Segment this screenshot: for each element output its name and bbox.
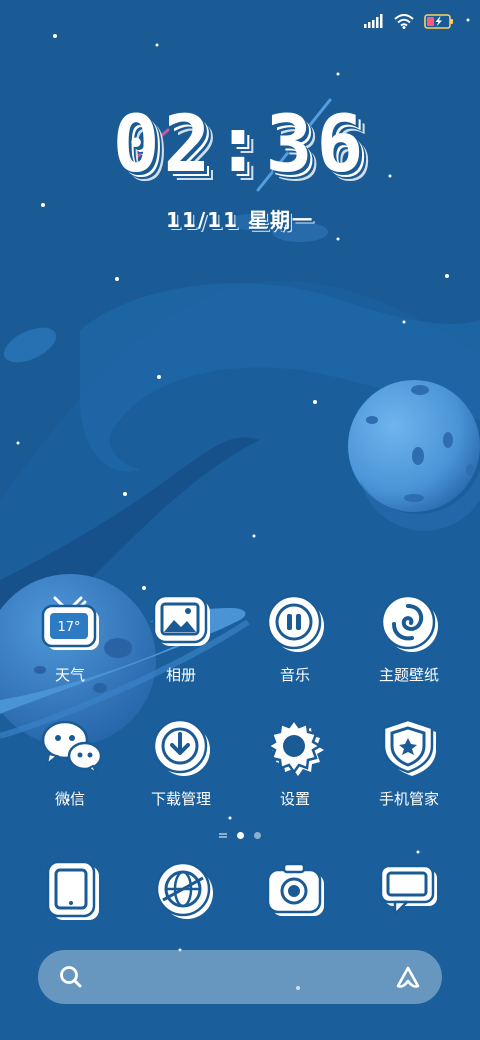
- shield-icon: [382, 718, 436, 776]
- search-icon[interactable]: [58, 964, 84, 990]
- app-label-downloads: 下载管理: [150, 790, 211, 808]
- wifi-icon: [394, 13, 414, 29]
- page-indicator-dot-current: [237, 832, 244, 839]
- app-weather[interactable]: 17° 天气: [15, 594, 125, 714]
- music-icon: [266, 594, 324, 652]
- app-music[interactable]: 音乐: [240, 594, 350, 714]
- app-label-themes: 主题壁纸: [378, 666, 439, 684]
- lockscreen-clock-time[interactable]: 02:36: [0, 100, 480, 190]
- battery-charging-icon: [424, 13, 453, 29]
- app-label-settings: 设置: [279, 790, 310, 808]
- app-security[interactable]: 手机管家: [354, 718, 464, 838]
- status-bar: [364, 8, 454, 34]
- gallery-icon: [152, 594, 210, 646]
- lockscreen-clock-date: 11/11 星期一: [166, 208, 314, 232]
- page-indicator-dot: [254, 832, 261, 839]
- page-indicator: [0, 832, 480, 839]
- search-bar[interactable]: [38, 950, 442, 1004]
- wechat-icon: [41, 720, 103, 775]
- app-label-wechat: 微信: [54, 790, 85, 808]
- app-label-security: 手机管家: [378, 790, 439, 808]
- signal-bars-icon: [364, 14, 383, 28]
- weather-tv-icon: 17°: [41, 596, 99, 650]
- app-wechat[interactable]: 微信: [15, 718, 125, 838]
- themes-icon: [380, 594, 438, 652]
- message-icon[interactable]: [379, 860, 441, 922]
- app-downloads[interactable]: 下载管理: [126, 718, 236, 838]
- assistant-icon[interactable]: [394, 964, 422, 992]
- app-label-music: 音乐: [279, 666, 310, 684]
- app-label-weather: 天气: [54, 666, 85, 684]
- gear-icon: [266, 718, 324, 776]
- app-settings[interactable]: 设置: [240, 718, 350, 838]
- camera-icon[interactable]: [266, 860, 328, 922]
- phone-icon[interactable]: [43, 860, 105, 922]
- app-themes[interactable]: 主题壁纸: [354, 594, 464, 714]
- app-label-gallery: 相册: [165, 666, 196, 684]
- page-indicator-search-page: [219, 833, 227, 838]
- app-gallery[interactable]: 相册: [126, 594, 236, 714]
- weather-temperature: 17°: [57, 620, 80, 635]
- download-icon: [152, 718, 210, 776]
- browser-icon[interactable]: [153, 860, 215, 922]
